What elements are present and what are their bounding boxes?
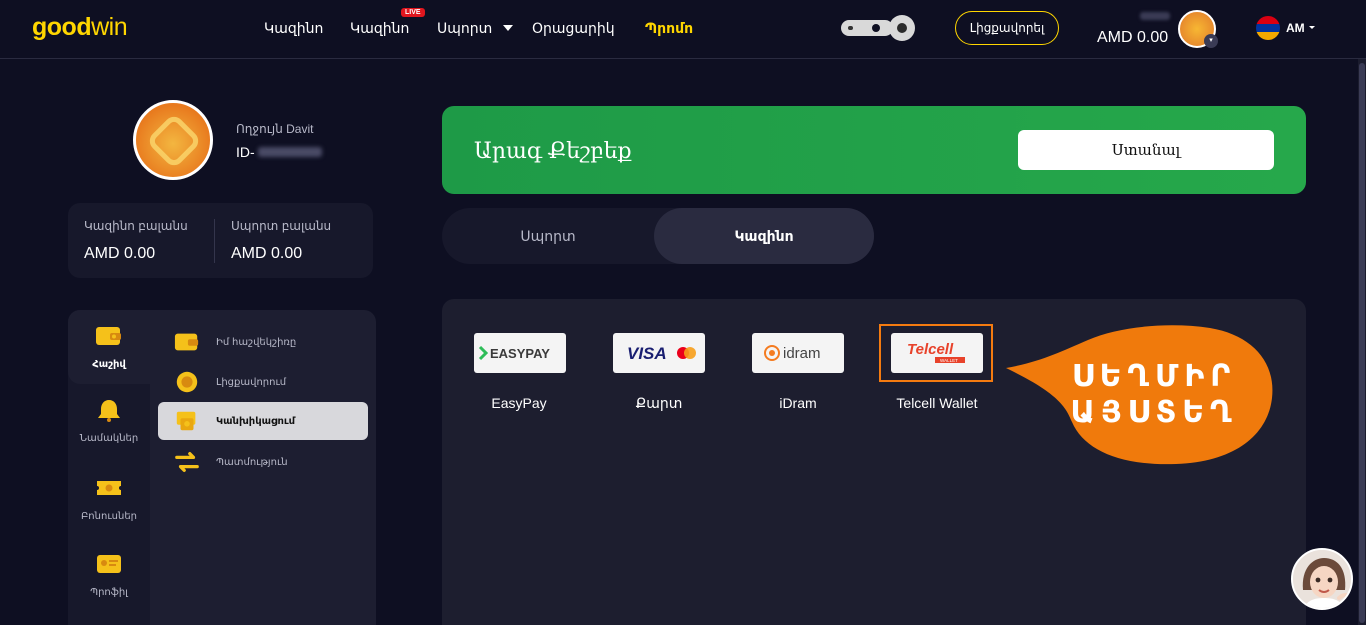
user-avatar[interactable]: ▾	[1178, 10, 1218, 48]
header-balance: AMD 0.00	[1097, 29, 1169, 46]
easypay-card[interactable]: EASYPAY	[474, 333, 566, 373]
tab-sport[interactable]: Սպորտ	[442, 208, 654, 264]
rail-item-bonuses[interactable]: Բոնուսներ	[68, 476, 150, 522]
support-agent-icon	[1293, 550, 1351, 608]
nav-sport[interactable]: Սպորտ	[437, 20, 492, 37]
rail-item-profile[interactable]: Պրոֆիլ	[68, 552, 150, 598]
casino-balance-label: Կազինո բալանս	[84, 219, 188, 233]
username-blurred	[1140, 12, 1170, 20]
click-here-callout	[1006, 325, 1273, 465]
banner-title: Արագ Քեշբեք	[474, 138, 632, 163]
tab-casino[interactable]: Կազինո	[654, 208, 874, 264]
theme-toggle[interactable]	[841, 20, 893, 36]
language-caret-icon[interactable]	[1309, 26, 1315, 29]
language-selector[interactable]: AM	[1286, 21, 1305, 35]
submenu-my-balance[interactable]: Իմ հաշվեկշիռը	[158, 323, 368, 361]
avatar-emblem-icon	[145, 112, 203, 170]
telcell-logo: Telcell WALLET	[907, 341, 965, 363]
card-payment-card[interactable]: VISA	[613, 333, 705, 373]
armenia-flag-icon[interactable]	[1256, 16, 1280, 40]
svg-text:Telcell: Telcell	[907, 341, 954, 358]
nav-promo[interactable]: Պրոմո	[645, 20, 693, 37]
svg-text:idram: idram	[783, 345, 821, 362]
toggle-track-dot	[872, 24, 880, 32]
id-card-icon	[97, 555, 121, 573]
profile-greeting: Ողջույն Davit	[236, 122, 314, 136]
cash-out-icon	[176, 411, 196, 431]
nav-casino[interactable]: Կազինո	[264, 20, 323, 37]
svg-text:VISA: VISA	[627, 344, 667, 363]
sport-balance-label: Սպորտ բալանս	[231, 219, 332, 233]
page-scrollbar[interactable]	[1358, 59, 1366, 625]
get-cashback-button[interactable]: Ստանալ	[1018, 130, 1274, 170]
idram-label: iDram	[779, 395, 817, 411]
sport-dropdown-caret-icon[interactable]	[503, 25, 513, 31]
support-chat-avatar[interactable]	[1291, 548, 1353, 610]
submenu-history[interactable]: Պատմություն	[158, 443, 368, 481]
nav-live-casino[interactable]: Կազինո	[350, 20, 409, 37]
ticket-icon	[97, 481, 121, 495]
divider	[214, 219, 215, 263]
idram-logo: idram	[764, 345, 821, 362]
callout-line-2: ԱՅՍՏԵՂ	[1070, 396, 1238, 429]
profile-id-blurred	[258, 147, 322, 157]
easypay-logo: EASYPAY	[478, 345, 550, 361]
sport-balance-value: AMD 0.00	[231, 245, 303, 262]
visa-mastercard-logo: VISA	[627, 344, 696, 363]
chevron-down-icon[interactable]: ▾	[1204, 34, 1218, 48]
telcell-label: Telcell Wallet	[896, 395, 978, 411]
nav-calendar[interactable]: Օրացարիկ	[532, 20, 615, 37]
casino-balance-value: AMD 0.00	[84, 245, 156, 262]
balances-card: Կազինո բալանս AMD 0.00 Սպորտ բալանս AMD …	[68, 203, 373, 278]
profile-avatar	[133, 100, 213, 180]
scrollbar-thumb[interactable]	[1359, 63, 1365, 623]
deposit-button[interactable]: Լիցքավորել	[955, 11, 1059, 45]
wallet-icon	[96, 327, 121, 345]
svg-text:EASYPAY: EASYPAY	[490, 346, 550, 361]
bell-icon	[98, 400, 120, 422]
goodwin-logo[interactable]: goodwin	[32, 13, 128, 42]
rail-item-messages[interactable]: Նամակներ	[68, 398, 150, 444]
card-label: Քարտ	[635, 395, 683, 411]
svg-text:WALLET: WALLET	[940, 358, 958, 363]
wallet-icon	[174, 333, 199, 351]
profile-id: ID-	[236, 144, 255, 160]
toggle-track-dot	[848, 26, 853, 30]
live-badge: LIVE	[401, 8, 425, 17]
theme-toggle-knob[interactable]	[889, 15, 915, 41]
rail-item-account[interactable]: Հաշիվ	[68, 324, 150, 370]
submenu-withdrawal[interactable]: Կանխիկացում	[158, 402, 368, 440]
top-header: goodwin Կազինո Կազինո LIVE Սպորտ Օրացարի…	[0, 0, 1366, 59]
coin-icon	[176, 371, 198, 393]
arrows-icon	[175, 452, 199, 472]
telcell-card[interactable]: Telcell WALLET	[891, 333, 983, 373]
easypay-label: EasyPay	[491, 395, 547, 411]
submenu-deposit[interactable]: Լիցքավորում	[158, 363, 368, 401]
idram-card[interactable]: idram	[752, 333, 844, 373]
callout-line-1: ՍԵՂՄԻՐ	[1071, 360, 1237, 393]
